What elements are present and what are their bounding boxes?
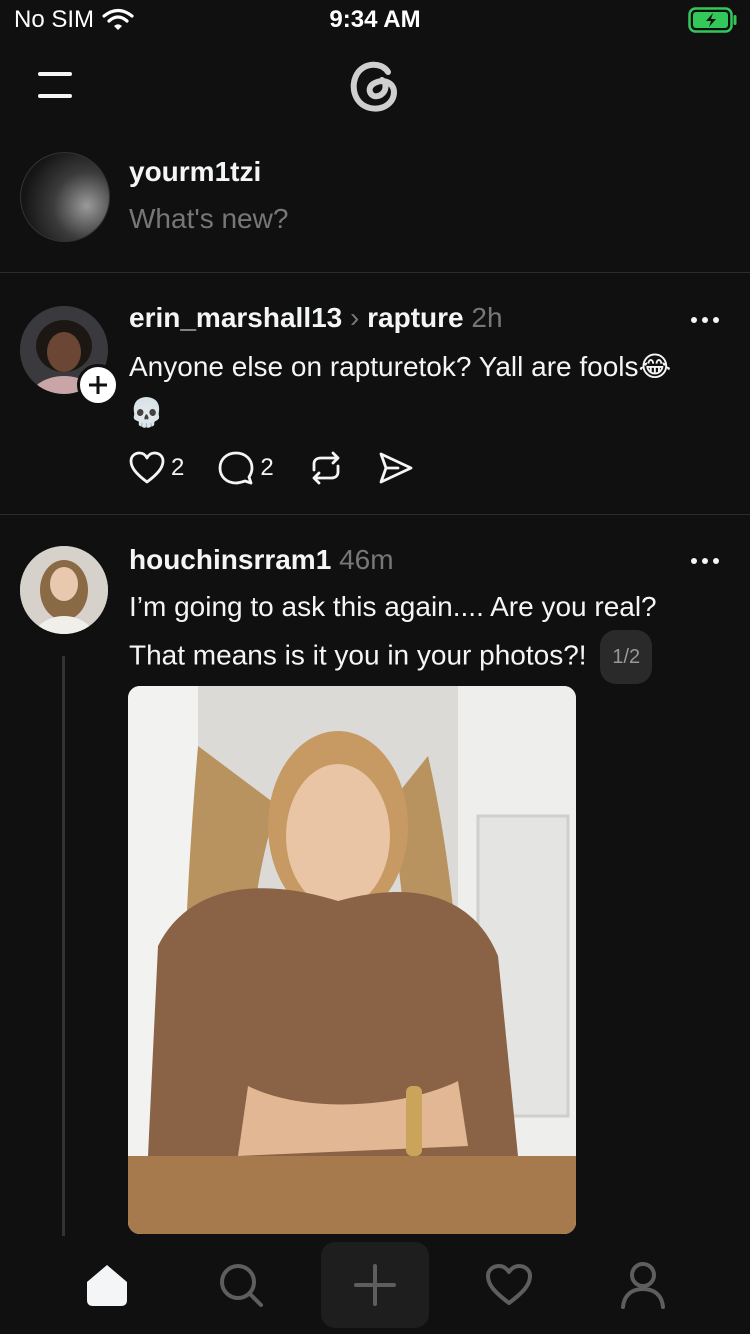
post-header: erin_marshall13 › rapture 2h xyxy=(129,302,503,334)
menu-icon[interactable] xyxy=(36,70,76,100)
post-text-line-end: That means is it you in your photos?! xyxy=(129,639,587,671)
heart-icon xyxy=(486,1264,532,1305)
post-actions: 2 2 xyxy=(129,446,448,490)
search-icon xyxy=(220,1264,263,1307)
image-counter-badge: 1/2 xyxy=(600,630,653,684)
like-button[interactable]: 2 xyxy=(129,451,184,485)
heart-icon xyxy=(129,451,165,484)
divider xyxy=(0,272,750,273)
post-text-line: I’m going to ask this again.... Are you … xyxy=(129,591,657,622)
new-thread-input[interactable]: What's new? xyxy=(129,203,288,235)
threads-logo-icon[interactable] xyxy=(342,52,408,118)
post-body: I’m going to ask this again.... Are you … xyxy=(129,584,729,684)
bottom-nav xyxy=(0,1236,750,1334)
post-username[interactable]: erin_marshall13 xyxy=(129,302,342,333)
post-header: houchinsrram1 46m xyxy=(129,544,394,576)
nav-activity[interactable] xyxy=(464,1250,554,1320)
post-text-line: Anyone else on rapturetok? Yall are fool… xyxy=(129,351,672,382)
post-body: Anyone else on rapturetok? Yall are fool… xyxy=(129,344,729,436)
status-bar: No SIM 9:34 AM xyxy=(0,0,750,40)
nav-search[interactable] xyxy=(196,1250,286,1320)
comment-icon xyxy=(218,451,254,485)
clock: 9:34 AM xyxy=(329,6,421,33)
post-text-line: That means is it you in your photos?! 1/… xyxy=(129,630,729,684)
like-count: 2 xyxy=(171,454,185,481)
chevron-right-icon: › xyxy=(350,302,368,333)
repost-button[interactable] xyxy=(308,450,344,486)
reply-button[interactable]: 2 xyxy=(218,450,274,486)
nav-compose[interactable] xyxy=(321,1242,429,1328)
more-options-icon[interactable] xyxy=(690,316,720,324)
follow-button[interactable] xyxy=(77,364,119,406)
photo-image xyxy=(128,686,576,1234)
composer-username: yourm1tzi xyxy=(129,156,262,187)
post-time: 46m xyxy=(339,544,394,575)
profile-icon xyxy=(621,1262,665,1309)
nav-home[interactable] xyxy=(62,1250,152,1320)
avatar-image xyxy=(20,546,108,634)
thread-line xyxy=(62,656,65,1236)
share-icon xyxy=(379,452,413,484)
share-button[interactable] xyxy=(378,451,414,485)
post-photo[interactable] xyxy=(128,686,576,1234)
plus-icon xyxy=(354,1264,396,1306)
plus-icon xyxy=(89,376,107,394)
post-username[interactable]: houchinsrram1 xyxy=(129,544,331,575)
repost-icon xyxy=(312,451,340,485)
reply-count: 2 xyxy=(260,454,274,481)
community-link[interactable]: rapture xyxy=(367,302,463,333)
my-avatar[interactable] xyxy=(20,152,110,242)
post-time: 2h xyxy=(471,302,503,333)
more-options-icon[interactable] xyxy=(690,557,720,565)
post-text-line: 💀 xyxy=(129,397,164,428)
nav-profile[interactable] xyxy=(598,1250,688,1320)
battery-icon xyxy=(688,7,737,33)
divider xyxy=(0,514,750,515)
home-icon xyxy=(87,1265,127,1306)
post-avatar[interactable] xyxy=(20,546,108,634)
